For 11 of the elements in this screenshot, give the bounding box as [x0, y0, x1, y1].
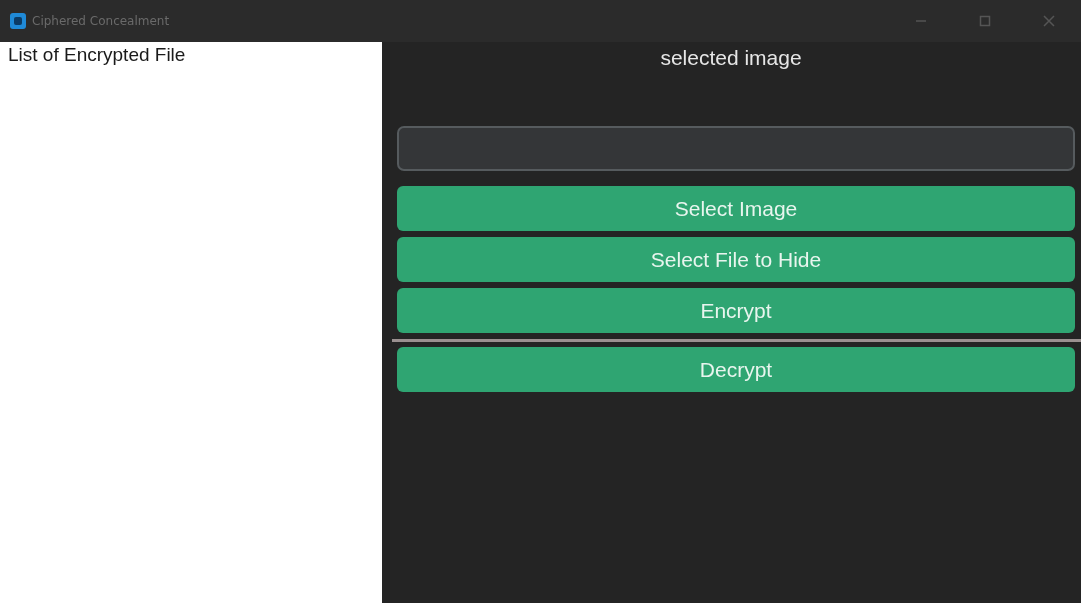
action-button[interactable]: Select File to Hide	[397, 237, 1075, 282]
action-button[interactable]: Encrypt	[397, 288, 1075, 333]
action-button[interactable]: Select Image	[397, 186, 1075, 231]
app-icon	[10, 13, 26, 29]
input-field[interactable]	[397, 126, 1075, 171]
file-list-heading: List of Encrypted File	[8, 44, 186, 65]
maximize-icon	[979, 15, 991, 27]
action-button[interactable]: Decrypt	[397, 347, 1075, 392]
window-title: Ciphered Concealment	[32, 14, 171, 28]
close-icon	[1043, 15, 1055, 27]
selected-image-label: selected image	[660, 46, 802, 70]
